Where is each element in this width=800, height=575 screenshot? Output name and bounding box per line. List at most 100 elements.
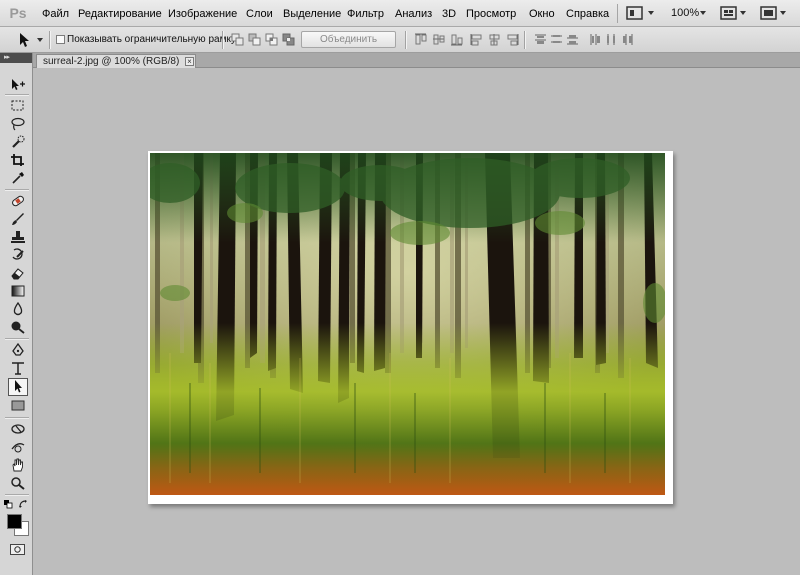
options-divider: [405, 31, 406, 49]
history-brush-tool[interactable]: [9, 247, 27, 263]
path-selection-arrow-icon: [20, 33, 29, 47]
tools-panel: ▸▸: [0, 53, 33, 575]
exclude-overlapping-shape-areas-icon[interactable]: [282, 33, 295, 46]
brush-tool[interactable]: [9, 211, 27, 227]
type-tool[interactable]: [9, 360, 27, 376]
tool-preset-picker[interactable]: [15, 31, 45, 49]
path-selection-tool[interactable]: [8, 378, 28, 396]
marquee-tool[interactable]: [9, 98, 27, 114]
chevron-down-icon: [740, 11, 746, 15]
menu-3d[interactable]: 3D: [442, 7, 456, 21]
screen-mode-button[interactable]: [626, 4, 656, 22]
rectangular-marquee-icon: [11, 100, 24, 111]
distribute-top-edges-icon[interactable]: [534, 33, 547, 46]
3d-rotate-tool[interactable]: [9, 421, 27, 437]
eraser-icon: [11, 268, 24, 280]
lasso-tool[interactable]: [9, 116, 27, 132]
zoom-icon: [11, 477, 25, 490]
foreground-color-swatch[interactable]: [7, 514, 22, 529]
dodge-icon: [11, 321, 25, 334]
menu-analysis[interactable]: Анализ: [395, 7, 432, 21]
history-brush-icon: [12, 248, 24, 260]
chevron-down-icon: [700, 11, 706, 15]
screen-mode-icon: [760, 6, 777, 20]
document-tab[interactable]: surreal-2.jpg @ 100% (RGB/8) ×: [36, 54, 196, 68]
menu-bar: Ps Файл Редактирование Изображение Слои …: [0, 0, 800, 27]
options-bar: Показывать ограничительную рамку Объедин…: [0, 27, 800, 53]
chevron-down-icon: [780, 11, 786, 15]
move-tool[interactable]: [9, 77, 27, 93]
type-icon: [12, 362, 24, 375]
rectangle-tool[interactable]: [9, 398, 27, 414]
default-colors-icon[interactable]: [4, 500, 14, 509]
3d-rotate-icon: [11, 424, 25, 434]
align-left-edges-icon[interactable]: [470, 33, 483, 46]
menu-filter[interactable]: Фильтр: [347, 7, 384, 21]
align-horizontal-centers-icon[interactable]: [488, 33, 501, 46]
quick-mask-icon: [14, 546, 21, 553]
menu-help[interactable]: Справка: [566, 7, 609, 21]
distribute-right-edges-icon[interactable]: [621, 33, 634, 46]
align-top-edges-icon[interactable]: [414, 33, 427, 46]
add-to-shape-area-icon[interactable]: [231, 33, 244, 46]
menubar-divider: [617, 4, 618, 23]
rectangle-icon: [11, 400, 25, 411]
dodge-tool[interactable]: [9, 319, 27, 335]
move-icon: [12, 79, 25, 90]
distribute-vertical-centers-icon[interactable]: [550, 33, 563, 46]
menu-select[interactable]: Выделение: [283, 7, 341, 21]
show-bounding-box-checkbox[interactable]: [56, 35, 65, 44]
subtract-shape-area-icon[interactable]: [248, 33, 261, 46]
align-bottom-edges-icon[interactable]: [450, 33, 463, 46]
combine-button[interactable]: Объединить: [301, 31, 396, 48]
blur-tool[interactable]: [9, 301, 27, 317]
menu-image[interactable]: Изображение: [168, 7, 237, 21]
collapse-arrows-icon: ▸▸: [4, 54, 10, 61]
bandage-icon: [12, 195, 24, 207]
path-selection-arrow-icon: [15, 380, 22, 393]
zoom-tool[interactable]: [9, 475, 27, 491]
quick-mask-button[interactable]: [10, 544, 25, 555]
quick-selection-tool[interactable]: [9, 134, 27, 150]
hand-tool[interactable]: [9, 457, 27, 473]
photoshop-logo: Ps: [9, 5, 27, 21]
pen-tool[interactable]: [9, 342, 27, 358]
lasso-icon: [11, 117, 25, 131]
tools-panel-header[interactable]: ▸▸: [0, 53, 32, 63]
quick-selection-icon: [12, 135, 25, 148]
gradient-icon: [11, 285, 25, 297]
align-right-edges-icon[interactable]: [506, 33, 519, 46]
menu-view[interactable]: Просмотр: [466, 7, 516, 21]
distribute-horizontal-centers-icon[interactable]: [605, 33, 618, 46]
menu-edit[interactable]: Редактирование: [78, 7, 162, 21]
close-document-button[interactable]: ×: [185, 57, 194, 66]
distribute-bottom-edges-icon[interactable]: [566, 33, 579, 46]
align-vertical-centers-icon[interactable]: [432, 33, 445, 46]
3d-orbit-tool[interactable]: [9, 439, 27, 455]
menu-layers[interactable]: Слои: [246, 7, 273, 21]
document-tab-bar: surreal-2.jpg @ 100% (RGB/8) ×: [33, 53, 800, 68]
gradient-tool[interactable]: [9, 283, 27, 299]
swap-colors-icon[interactable]: [19, 500, 29, 509]
spot-healing-tool[interactable]: [9, 193, 27, 209]
clone-stamp-tool[interactable]: [9, 229, 27, 245]
canvas-area[interactable]: [33, 68, 800, 575]
forest-photo: [150, 153, 665, 495]
intersect-shape-areas-icon[interactable]: [265, 33, 278, 46]
arrange-documents-button[interactable]: [720, 4, 748, 22]
zoom-level-dropdown[interactable]: 100%: [667, 4, 712, 22]
chevron-down-icon: [37, 38, 43, 42]
brush-icon: [12, 213, 24, 225]
menu-file[interactable]: Файл: [42, 7, 69, 21]
distribute-left-edges-icon[interactable]: [589, 33, 602, 46]
eyedropper-icon: [12, 172, 24, 184]
pen-icon: [12, 343, 24, 356]
screen-mode-dropdown[interactable]: [760, 4, 788, 22]
show-bounding-box-label: Показывать ограничительную рамку: [67, 34, 236, 45]
eyedropper-tool[interactable]: [9, 170, 27, 186]
crop-tool[interactable]: [9, 152, 27, 168]
eraser-tool[interactable]: [9, 265, 27, 281]
crop-icon: [11, 154, 24, 166]
menu-window[interactable]: Окно: [529, 7, 555, 21]
document-canvas[interactable]: [148, 151, 673, 504]
